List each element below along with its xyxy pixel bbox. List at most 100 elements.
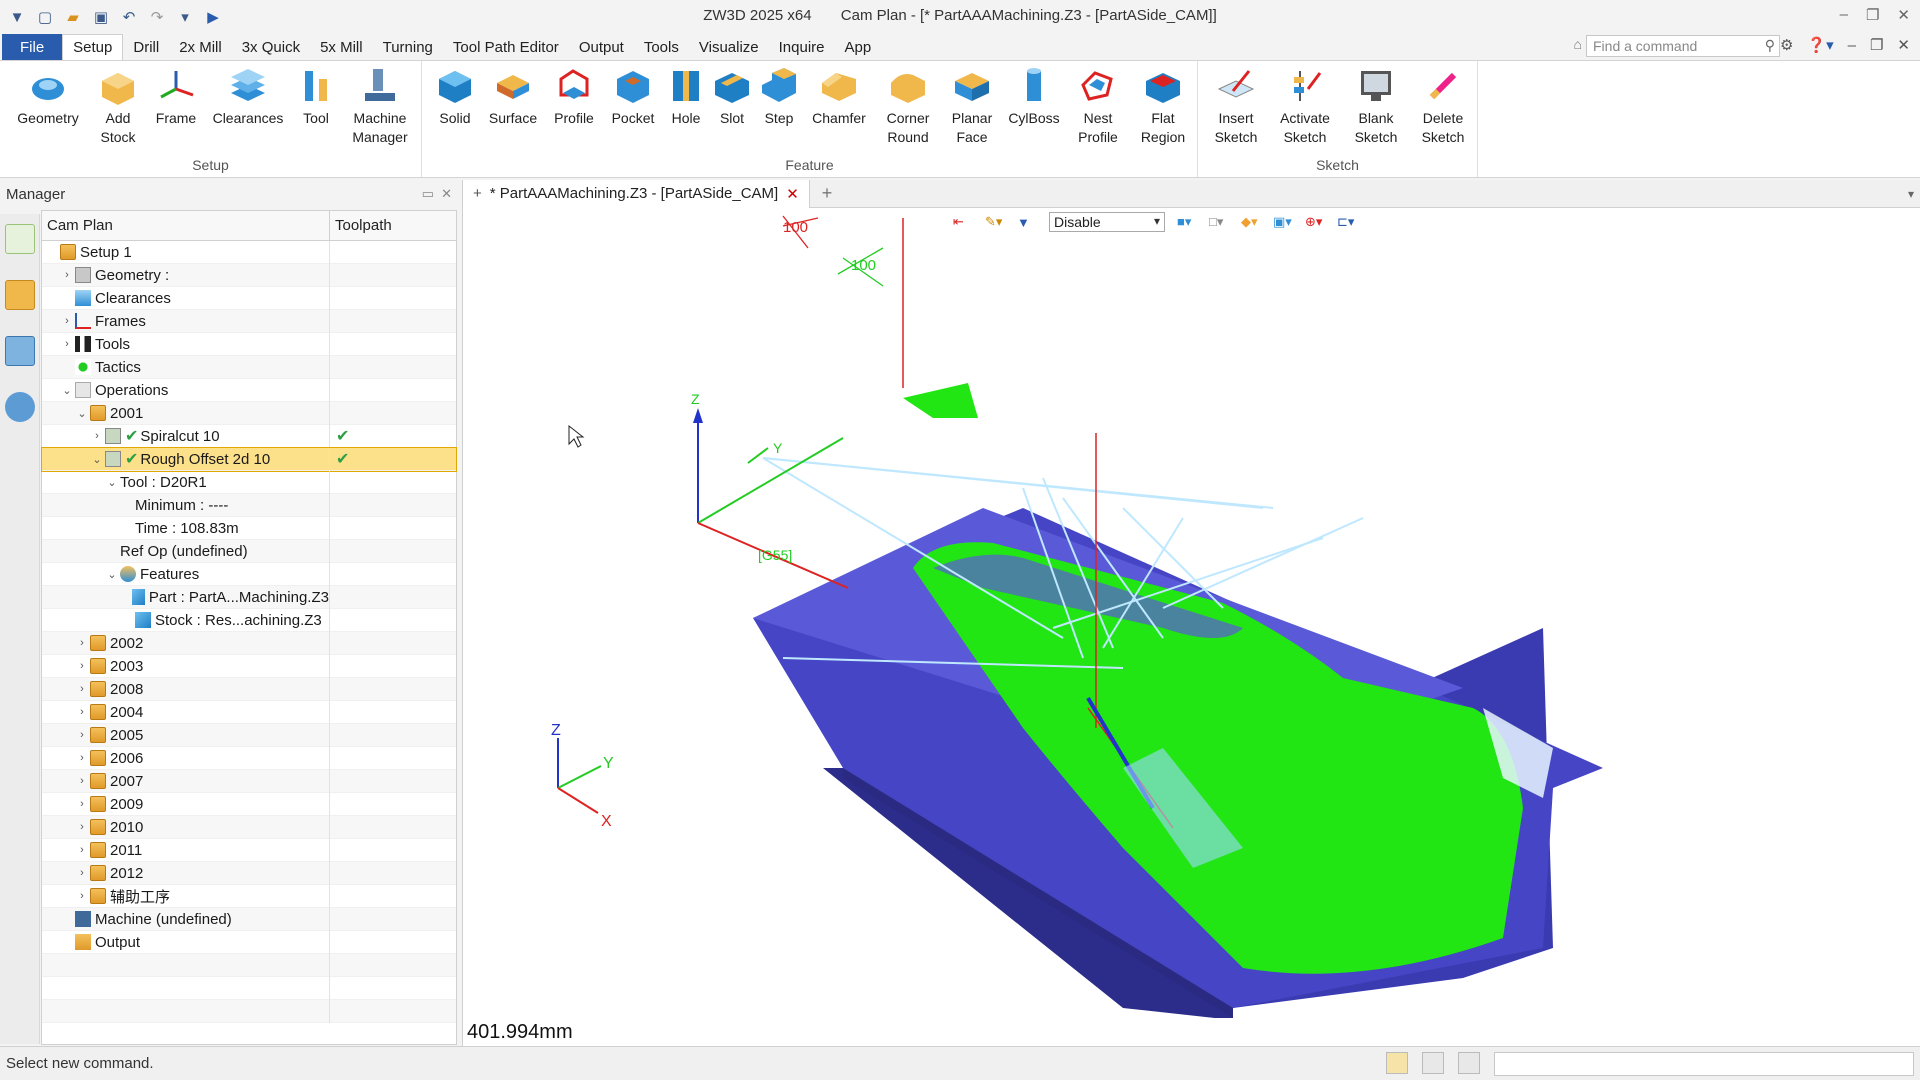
tree-row-op-spiralcut[interactable]: › ✔ Spiralcut 10 ✔	[42, 424, 456, 448]
expand-chevron-icon[interactable]: ⌄	[104, 568, 120, 581]
tree-row-tools[interactable]: › Tools	[42, 332, 456, 356]
menu-tab-app[interactable]: App	[835, 34, 882, 60]
tree-row-output[interactable]: Output	[42, 930, 456, 954]
tree-row-group-aux[interactable]: › 辅助工序	[42, 884, 456, 908]
run-icon[interactable]: ▶	[202, 6, 224, 28]
insert-sketch-button[interactable]: Insert Sketch	[1204, 65, 1268, 147]
doc-minimize-icon[interactable]: –	[1848, 37, 1856, 54]
expand-chevron-icon[interactable]: ›	[74, 706, 90, 718]
add-stock-button[interactable]: Add Stock	[88, 65, 148, 147]
tree-row-operations[interactable]: ⌄ Operations	[42, 378, 456, 402]
tree-row-feature-part[interactable]: Part : PartA...Machining.Z3	[42, 585, 456, 609]
expand-chevron-icon[interactable]: ›	[74, 729, 90, 741]
surface-button[interactable]: Surface	[482, 65, 544, 128]
profile-button[interactable]: Profile	[546, 65, 602, 128]
tree-row-group-2007[interactable]: › 2007	[42, 769, 456, 793]
frame-button[interactable]: Frame	[150, 65, 202, 128]
tree-row-feature-stock[interactable]: Stock : Res...achining.Z3	[42, 608, 456, 632]
nest-profile-button[interactable]: Nest Profile	[1066, 65, 1130, 147]
expand-chevron-icon[interactable]: ›	[59, 338, 75, 350]
menu-tab-visualize[interactable]: Visualize	[689, 34, 769, 60]
expand-chevron-icon[interactable]: ›	[74, 890, 90, 902]
tree-row-group-2010[interactable]: › 2010	[42, 815, 456, 839]
document-tab[interactable]: + * PartAAAMachining.Z3 - [PartASide_CAM…	[463, 179, 810, 208]
undo-icon[interactable]: ↶	[118, 6, 140, 28]
machine-manager-button[interactable]: Machine Manager	[342, 65, 418, 147]
doc-tab-close-icon[interactable]: ✕	[786, 185, 799, 203]
expand-chevron-icon[interactable]: ›	[74, 637, 90, 649]
menu-tab-turning[interactable]: Turning	[373, 34, 443, 60]
dropdown-icon[interactable]: ▾	[174, 6, 196, 28]
layout-toggle-icon[interactable]	[1386, 1052, 1408, 1074]
pocket-button[interactable]: Pocket	[604, 65, 662, 128]
tree-row-group-2001[interactable]: ⌄ 2001	[42, 401, 456, 425]
panel-pin-icon[interactable]: ▭	[422, 186, 434, 201]
hole-button[interactable]: Hole	[664, 65, 708, 128]
delete-sketch-button[interactable]: Delete Sketch	[1412, 65, 1474, 147]
blank-sketch-button[interactable]: Blank Sketch	[1342, 65, 1410, 147]
history-tab-icon[interactable]	[5, 280, 35, 310]
tree-row-op-time[interactable]: Time : 108.83m	[42, 516, 456, 540]
menu-tab-drill[interactable]: Drill	[123, 34, 169, 60]
tree-row-group-2012[interactable]: › 2012	[42, 861, 456, 885]
expand-chevron-icon[interactable]: ⌄	[89, 453, 105, 466]
menu-tab-setup[interactable]: Setup	[62, 34, 124, 60]
expand-chevron-icon[interactable]: ›	[59, 269, 75, 281]
clearances-button[interactable]: Clearances	[206, 65, 290, 128]
cylboss-button[interactable]: CylBoss	[1004, 65, 1064, 128]
menu-tab-inquire[interactable]: Inquire	[769, 34, 835, 60]
tree-row-op-minimum[interactable]: Minimum : ----	[42, 493, 456, 517]
app-logo-icon[interactable]: ▼	[6, 6, 28, 28]
tree-row-tactics[interactable]: Tactics	[42, 355, 456, 379]
graphics-viewport[interactable]: + * PartAAAMachining.Z3 - [PartASide_CAM…	[462, 179, 1920, 1046]
menu-tab-output[interactable]: Output	[569, 34, 634, 60]
expand-chevron-icon[interactable]: ›	[74, 867, 90, 879]
expand-chevron-icon[interactable]: ›	[74, 660, 90, 672]
expand-chevron-icon[interactable]: ⌄	[104, 476, 120, 489]
slot-button[interactable]: Slot	[710, 65, 754, 128]
panel-close-icon[interactable]: ✕	[441, 186, 452, 201]
menu-tab-2x-mill[interactable]: 2x Mill	[169, 34, 232, 60]
expand-chevron-icon[interactable]: ⌄	[59, 384, 75, 397]
tree-row-group-2003[interactable]: › 2003	[42, 654, 456, 678]
settings-gear-icon[interactable]: ⚙	[1780, 36, 1793, 54]
tree-row-clearances[interactable]: Clearances	[42, 286, 456, 310]
step-button[interactable]: Step	[756, 65, 802, 128]
save-icon[interactable]: ▣	[90, 6, 112, 28]
doc-restore-icon[interactable]: ❐	[1870, 36, 1883, 54]
expand-chevron-icon[interactable]: ›	[74, 775, 90, 787]
close-icon[interactable]: ✕	[1897, 6, 1910, 24]
cam-plan-tab-icon[interactable]	[5, 224, 35, 254]
expand-chevron-icon[interactable]: ›	[74, 683, 90, 695]
tree-row-op-ref[interactable]: Ref Op (undefined)	[42, 539, 456, 563]
expand-chevron-icon[interactable]: ›	[89, 430, 105, 442]
tab-list-icon[interactable]: ▾	[1908, 187, 1914, 201]
redo-icon[interactable]: ↷	[146, 6, 168, 28]
tree-row-group-2004[interactable]: › 2004	[42, 700, 456, 724]
activate-sketch-button[interactable]: Activate Sketch	[1270, 65, 1340, 147]
corner-round-button[interactable]: Corner Round	[876, 65, 940, 147]
column-header-toolpath[interactable]: Toolpath	[330, 211, 397, 240]
search-icon[interactable]: ⚲	[1765, 37, 1775, 54]
tree-row-group-2009[interactable]: › 2009	[42, 792, 456, 816]
tree-row-op-rough-offset[interactable]: ⌄ ✔ Rough Offset 2d 10 ✔	[41, 447, 457, 472]
tree-row-group-2008[interactable]: › 2008	[42, 677, 456, 701]
command-search-input[interactable]: Find a command ⚲	[1586, 35, 1780, 57]
new-tab-icon[interactable]: +	[822, 183, 833, 204]
open-folder-icon[interactable]: ▰	[62, 6, 84, 28]
expand-chevron-icon[interactable]: ›	[59, 315, 75, 327]
tool-button[interactable]: Tool	[292, 65, 340, 128]
menu-tab-tools[interactable]: Tools	[634, 34, 689, 60]
column-header-cam-plan[interactable]: Cam Plan	[42, 211, 330, 240]
tree-row-op-tool[interactable]: ⌄ Tool : D20R1	[42, 470, 456, 494]
tree-row-geometry[interactable]: › Geometry :	[42, 263, 456, 287]
tree-row-setup-1[interactable]: Setup 1	[42, 240, 456, 264]
minimize-icon[interactable]: –	[1840, 6, 1848, 24]
expand-chevron-icon[interactable]: ›	[74, 752, 90, 764]
restore-icon[interactable]: ❐	[1866, 6, 1879, 24]
home-icon[interactable]: ⌂	[1574, 36, 1582, 52]
menu-tab-file[interactable]: File	[2, 34, 63, 60]
geometry-button[interactable]: Geometry	[10, 65, 86, 128]
new-file-icon[interactable]: ▢	[34, 6, 56, 28]
doc-close-icon[interactable]: ✕	[1897, 36, 1910, 54]
